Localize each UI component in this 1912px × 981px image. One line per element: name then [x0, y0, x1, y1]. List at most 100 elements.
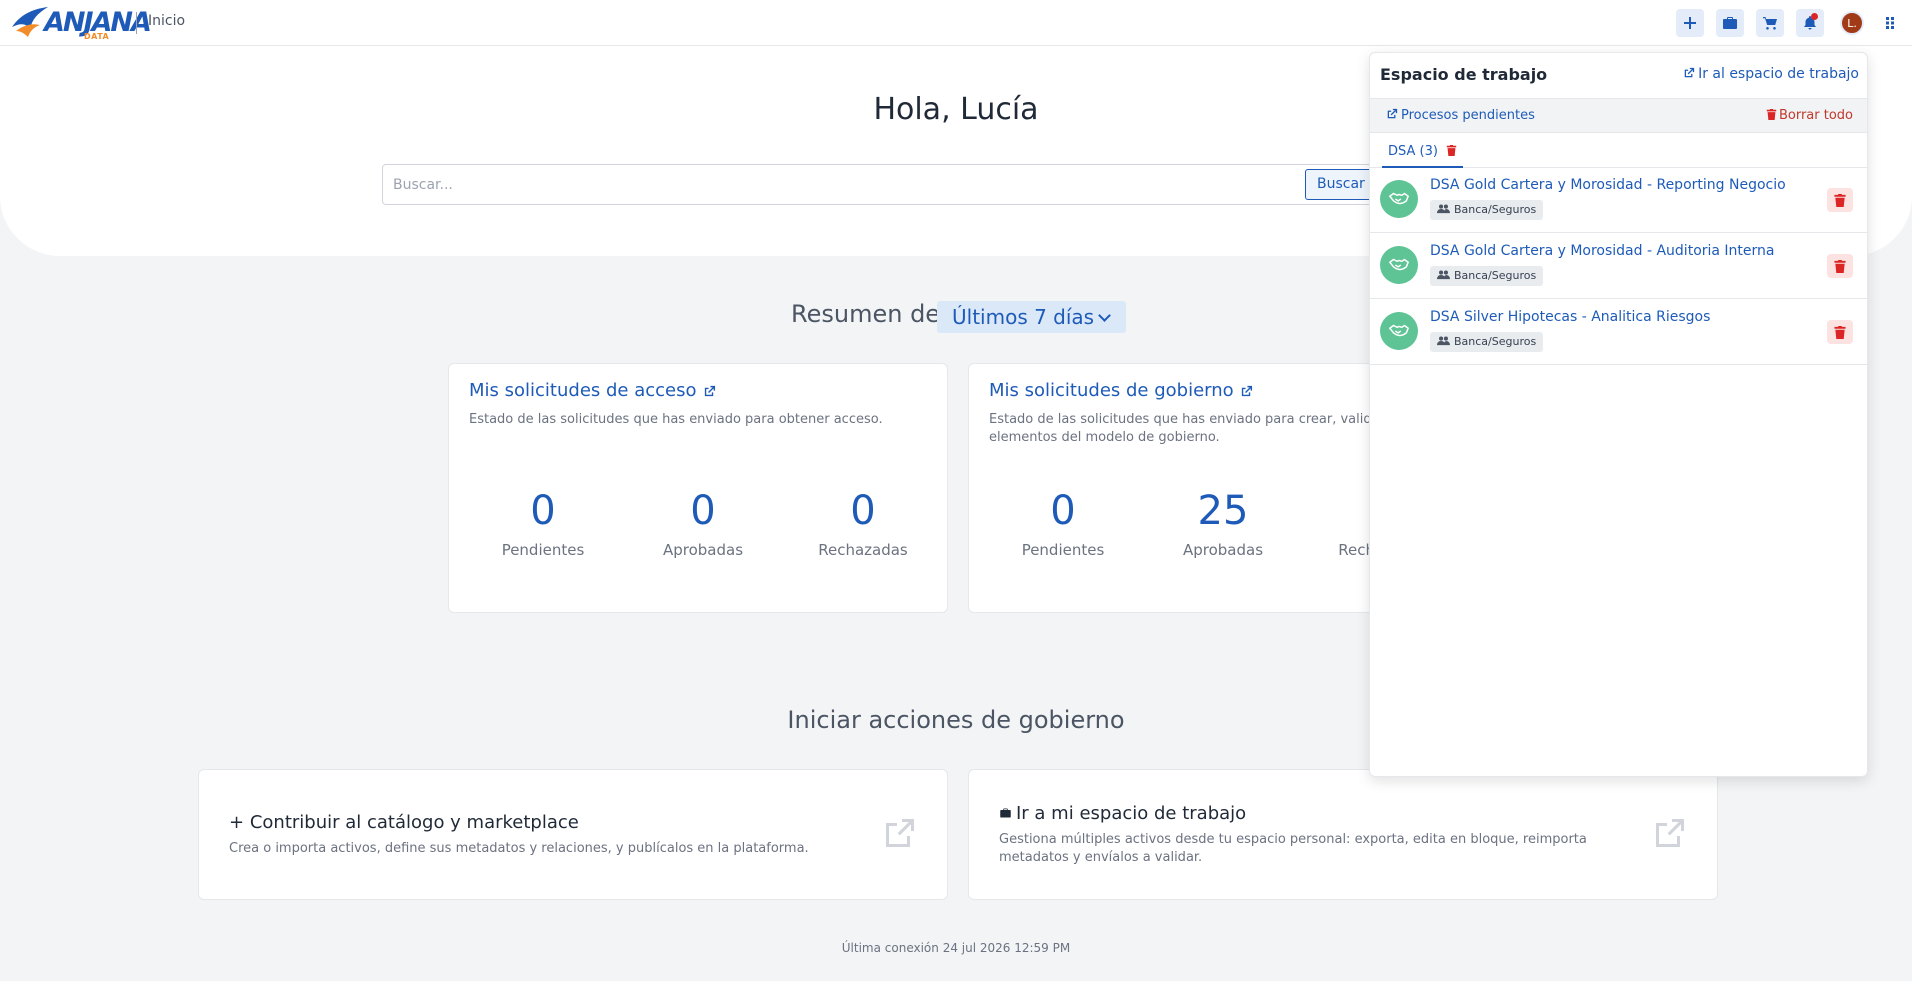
card-description: Estado de las solicitudes que has enviad… — [469, 412, 883, 427]
delete-item-button[interactable] — [1827, 320, 1853, 344]
domain-tag: Banca/Seguros — [1430, 200, 1544, 220]
stat-approved: 0 Aprobadas — [638, 489, 768, 559]
stat-approved: 25 Aprobadas — [1158, 489, 1288, 559]
tab-label: DSA (3) — [1388, 144, 1438, 159]
stat-value: 0 — [690, 488, 716, 534]
stat-value: 0 — [530, 488, 556, 534]
go-to-workspace-label: Ir al espacio de trabajo — [1698, 66, 1859, 82]
go-to-workspace-link[interactable]: Ir al espacio de trabajo — [1683, 66, 1859, 82]
action-title-text: Contribuir al catálogo y marketplace — [249, 812, 579, 833]
workspace-toolbar: Procesos pendientes Borrar todo — [1370, 98, 1867, 133]
list-item[interactable]: DSA Gold Cartera y Morosidad - Auditoria… — [1370, 234, 1867, 299]
asset-name-link[interactable]: DSA Gold Cartera y Morosidad - Auditoria… — [1430, 243, 1775, 259]
action-description-line: Gestiona múltiples activos desde tu espa… — [999, 832, 1587, 847]
domain-tag-label: Banca/Seguros — [1454, 203, 1537, 216]
stat-pending: 0 Pendientes — [998, 489, 1128, 559]
governance-requests-link[interactable]: Mis solicitudes de gobierno — [989, 380, 1253, 401]
stat-label: Aprobadas — [662, 541, 744, 559]
external-link-icon — [1684, 67, 1695, 78]
stat-rejected: 0 Rechazadas — [798, 489, 928, 559]
users-icon — [1437, 204, 1450, 214]
stat-value: 25 — [1197, 488, 1249, 534]
top-bar: ANJANA DATA Inicio L. — [0, 0, 1912, 46]
header-divider — [136, 12, 137, 34]
tab-dsa[interactable]: DSA (3) — [1382, 133, 1463, 168]
handshake-icon — [1380, 312, 1418, 350]
domain-tag-label: Banca/Seguros — [1454, 269, 1537, 282]
plus-icon — [1684, 17, 1696, 29]
stat-label: Pendientes — [1021, 541, 1105, 559]
delete-item-button[interactable] — [1827, 188, 1853, 212]
users-icon — [1437, 270, 1450, 280]
action-title-text: Ir a mi espacio de trabajo — [1016, 803, 1247, 824]
asset-name-link[interactable]: DSA Silver Hipotecas - Analitica Riesgos — [1430, 309, 1710, 325]
action-description: Crea o importa activos, define sus metad… — [229, 841, 809, 856]
stat-value: 0 — [1050, 488, 1076, 534]
stat-pending: 0 Pendientes — [478, 489, 608, 559]
stat-label: Pendientes — [501, 541, 585, 559]
action-description-line: metadatos y envíalos a validar. — [999, 850, 1203, 865]
handshake-icon — [1380, 246, 1418, 284]
logo-subtext: DATA — [84, 32, 110, 41]
access-requests-link[interactable]: Mis solicitudes de acceso — [469, 380, 716, 401]
handshake-icon — [1380, 180, 1418, 218]
asset-name-link[interactable]: DSA Gold Cartera y Morosidad - Reporting… — [1430, 177, 1786, 193]
clear-all-label: Borrar todo — [1778, 108, 1853, 123]
users-icon — [1437, 336, 1450, 346]
external-link-icon — [704, 385, 715, 396]
action-title: + Contribuir al catálogo y marketplace — [229, 812, 579, 833]
apps-menu-button[interactable] — [1876, 9, 1904, 37]
search-box[interactable] — [382, 164, 1382, 205]
card-title: Mis solicitudes de acceso — [469, 380, 697, 401]
delete-item-button[interactable] — [1827, 254, 1853, 278]
external-link-icon — [1656, 819, 1684, 847]
trash-icon — [1834, 325, 1846, 339]
breadcrumb[interactable]: Inicio — [148, 13, 185, 29]
chevron-down-icon — [1098, 309, 1111, 322]
search-input[interactable] — [393, 165, 1293, 204]
action-title: Ir a mi espacio de trabajo — [999, 803, 1246, 824]
cart-button[interactable] — [1756, 9, 1784, 37]
stat-label: Rechazadas — [818, 541, 908, 559]
list-item[interactable]: DSA Gold Cartera y Morosidad - Reporting… — [1370, 168, 1867, 233]
avatar[interactable]: L. — [1840, 11, 1864, 35]
external-link-icon — [1241, 385, 1252, 396]
action-description: Gestiona múltiples activos desde tu espa… — [999, 831, 1587, 867]
domain-tag-label: Banca/Seguros — [1454, 335, 1537, 348]
clear-all-button[interactable]: Borrar todo — [1766, 108, 1853, 123]
summary-label: Resumen de — [791, 300, 941, 328]
trash-icon — [1766, 109, 1777, 120]
trash-icon — [1834, 259, 1846, 273]
workspace-panel: Espacio de trabajo Ir al espacio de trab… — [1369, 52, 1868, 777]
access-requests-card: Mis solicitudes de acceso Estado de las … — [448, 363, 948, 613]
external-link-icon — [886, 819, 914, 847]
card-title: Mis solicitudes de gobierno — [989, 380, 1234, 401]
go-to-workspace-card[interactable]: Ir a mi espacio de trabajo Gestiona múlt… — [968, 769, 1718, 900]
external-link-icon — [1387, 108, 1398, 119]
briefcase-icon — [1723, 17, 1737, 29]
period-value: Últimos 7 días — [952, 305, 1095, 329]
pending-processes-label: Procesos pendientes — [1401, 108, 1535, 123]
workspace-title: Espacio de trabajo — [1380, 65, 1548, 84]
stat-value: 0 — [850, 488, 876, 534]
notification-badge — [1811, 13, 1818, 20]
period-dropdown[interactable]: Últimos 7 días — [937, 301, 1126, 333]
apps-grid-icon — [1886, 17, 1894, 29]
add-button[interactable] — [1676, 9, 1704, 37]
notifications-button[interactable] — [1796, 9, 1824, 37]
briefcase-icon — [1000, 808, 1011, 818]
workspace-header: Espacio de trabajo Ir al espacio de trab… — [1370, 53, 1867, 98]
anjana-logo[interactable]: ANJANA DATA — [8, 3, 152, 41]
list-item[interactable]: DSA Silver Hipotecas - Analitica Riesgos… — [1370, 300, 1867, 365]
stat-label: Aprobadas — [1182, 541, 1264, 559]
domain-tag: Banca/Seguros — [1430, 332, 1544, 352]
workspace-button[interactable] — [1716, 9, 1744, 37]
contribute-catalog-card[interactable]: + Contribuir al catálogo y marketplace C… — [198, 769, 948, 900]
cart-icon — [1763, 17, 1777, 30]
trash-icon — [1834, 193, 1846, 207]
pending-processes-link[interactable]: Procesos pendientes — [1386, 108, 1535, 123]
plus-icon: + — [229, 812, 245, 833]
trash-icon[interactable] — [1446, 145, 1457, 156]
last-connection: Última conexión 24 jul 2026 12:59 PM — [841, 941, 1071, 955]
workspace-tabs: DSA (3) — [1370, 133, 1867, 168]
